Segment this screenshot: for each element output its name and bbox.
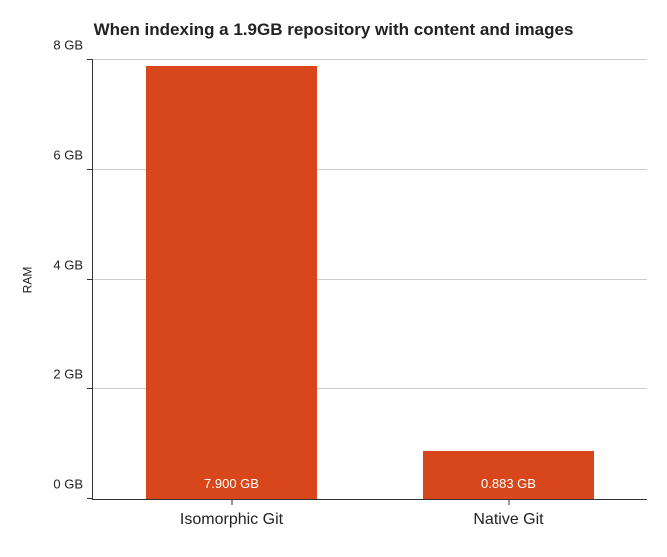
y-tick-mark bbox=[87, 59, 93, 60]
y-tick-mark bbox=[87, 388, 93, 389]
chart-title: When indexing a 1.9GB repository with co… bbox=[0, 20, 667, 40]
y-tick-mark bbox=[87, 279, 93, 280]
y-axis-label: RAM bbox=[20, 267, 34, 294]
x-tick-mark bbox=[231, 499, 232, 505]
gridline bbox=[93, 59, 647, 60]
bar-value-label: 0.883 GB bbox=[423, 476, 595, 491]
bar-native-git: 0.883 GB bbox=[423, 451, 595, 499]
y-tick-label: 2 GB bbox=[53, 367, 83, 382]
y-tick-label: 8 GB bbox=[53, 38, 83, 53]
y-tick-mark bbox=[87, 498, 93, 499]
x-category-label: Native Git bbox=[473, 511, 543, 529]
x-tick-mark bbox=[508, 499, 509, 505]
y-tick-label: 0 GB bbox=[53, 477, 83, 492]
bar-isomorphic-git: 7.900 GB bbox=[146, 66, 318, 500]
plot-area: 0 GB 2 GB 4 GB 6 GB 8 GB 7.900 GB 0.883 … bbox=[92, 60, 647, 500]
y-tick-label: 6 GB bbox=[53, 147, 83, 162]
y-tick-mark bbox=[87, 169, 93, 170]
y-tick-label: 4 GB bbox=[53, 257, 83, 272]
x-category-label: Isomorphic Git bbox=[180, 511, 283, 529]
bar-value-label: 7.900 GB bbox=[146, 476, 318, 491]
